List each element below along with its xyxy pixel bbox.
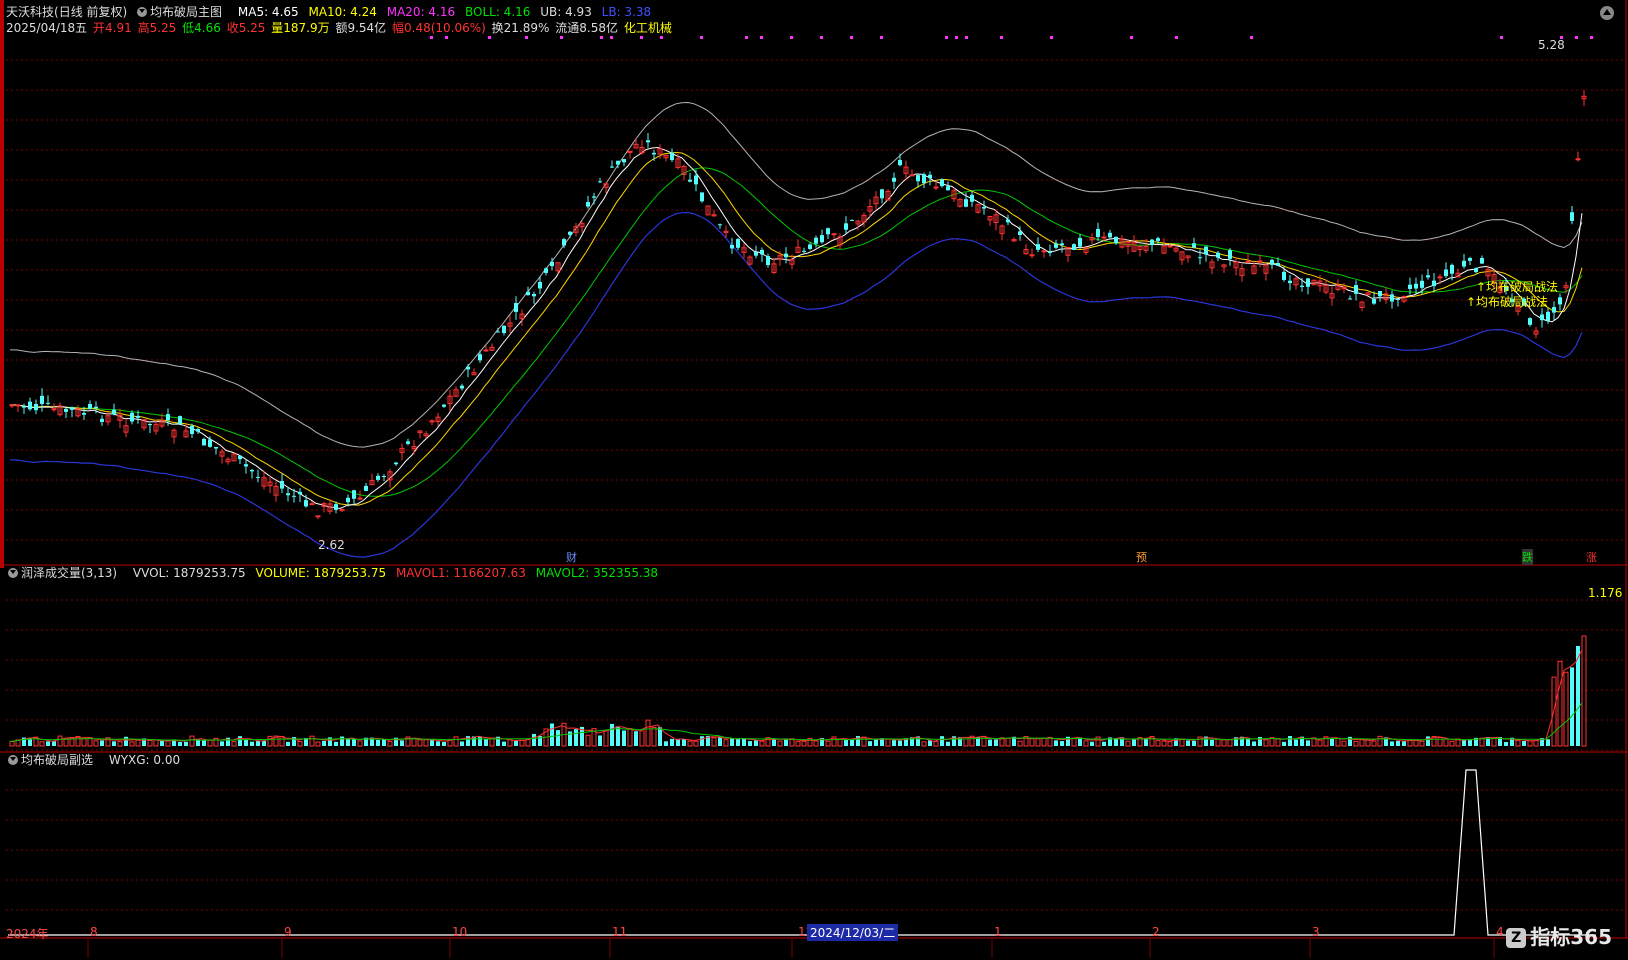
event-marker-finance[interactable]: 财	[566, 549, 577, 565]
quote-change: 幅0.48(10.06%)	[392, 21, 486, 35]
high-price-marker: 5.28	[1538, 38, 1565, 52]
axis-month-3: 3	[1312, 925, 1320, 939]
axis-month-8: 8	[90, 925, 98, 939]
axis-month-9: 9	[284, 925, 292, 939]
header-row-2: 2025/04/18五 开4.91 高5.25 低4.66 收5.25 量187…	[6, 20, 1628, 36]
sub-settings-icon[interactable]	[8, 755, 18, 765]
event-marker-fall[interactable]: 跌	[1522, 549, 1533, 565]
volume-title[interactable]: 润泽成交量(3,13)	[21, 565, 117, 581]
quote-open: 开4.91	[93, 21, 132, 35]
boll-label: BOLL: 4.16	[464, 5, 531, 19]
ma5-line	[10, 146, 1583, 510]
industry-label[interactable]: 化工机械	[624, 20, 672, 36]
ma20-label: MA20: 4.16	[386, 5, 456, 19]
boll-ub-line	[10, 101, 1583, 448]
ub-label: UB: 4.93	[540, 5, 592, 19]
boll-lb-line	[10, 211, 1583, 558]
ma10-label: MA10: 4.24	[308, 5, 377, 19]
sub-title[interactable]: 均布破局副选	[21, 752, 93, 768]
settings-circle-icon[interactable]	[137, 7, 148, 17]
left-scroll-strip[interactable]	[0, 0, 4, 568]
signal-label-2: ↑均布破局战法	[1466, 295, 1549, 309]
volume-panel-header: 润泽成交量(3,13) VVOL: 1879253.75 VOLUME: 187…	[8, 565, 1628, 581]
axis-year: 2024年	[6, 927, 49, 941]
axis-month-4: 4	[1496, 925, 1504, 939]
signal-dots	[430, 36, 1593, 39]
axis-month-11: 11	[612, 925, 628, 939]
event-marker-rise[interactable]: 涨	[1586, 549, 1597, 565]
logo-z-icon: Z	[1506, 928, 1527, 948]
period-label[interactable]: (日线 前复权)	[54, 4, 127, 20]
quote-float-cap: 流通8.58亿	[555, 21, 618, 35]
low-price-marker: 2.62	[318, 538, 345, 552]
boll-mid-line	[10, 167, 1583, 497]
axis-month-1: 1	[994, 925, 1002, 939]
stock-name[interactable]: 天沃科技	[6, 4, 54, 20]
mavol1-line	[9, 649, 1583, 743]
quote-date: 2025/04/18五	[6, 21, 88, 35]
axis-month-2: 2	[1152, 925, 1160, 939]
ma5-label: MA5: 4.65	[237, 5, 299, 19]
main-indicator-name[interactable]: 均布破局主图	[150, 4, 222, 20]
mavol2-label: MAVOL2: 352355.38	[535, 566, 659, 580]
quote-amount: 额9.54亿	[335, 21, 387, 35]
quote-low: 低4.66	[182, 21, 221, 35]
grid-lines	[6, 59, 1626, 958]
candlesticks	[9, 90, 1587, 520]
volume-label: VOLUME: 1879253.75	[255, 566, 387, 580]
quote-turnover: 换21.89%	[491, 21, 550, 35]
mavol2-line	[9, 702, 1583, 742]
mavol1-label: MAVOL1: 1166207.63	[395, 566, 526, 580]
axis-cursor-date: 2024/12/03/二	[807, 924, 899, 941]
volume-scale-max: 1.176	[1588, 586, 1623, 600]
vvol-label: VVOL: 1879253.75	[132, 566, 246, 580]
ma10-line	[10, 151, 1583, 506]
volume-settings-icon[interactable]	[8, 568, 18, 578]
volume-bars	[9, 635, 1587, 747]
quote-high: 高5.25	[137, 21, 177, 35]
watermark-logo: Z 指标365	[1506, 921, 1612, 950]
event-marker-forecast[interactable]: 预	[1136, 549, 1147, 565]
axis-month-10: 10	[452, 925, 468, 939]
quote-close: 收5.25	[226, 21, 266, 35]
header-row-1: 天沃科技(日线 前复权) 均布破局主图 MA5: 4.65 MA10: 4.24…	[6, 4, 1628, 20]
sub-panel-header: 均布破局副选 WYXG: 0.00	[8, 752, 1628, 768]
panel-borders	[0, 0, 1628, 939]
lb-label: LB: 3.38	[601, 5, 652, 19]
quote-volume: 量187.9万	[271, 21, 330, 35]
chart-canvas[interactable]	[0, 0, 1628, 960]
wyxg-label: WYXG: 0.00	[108, 753, 181, 767]
